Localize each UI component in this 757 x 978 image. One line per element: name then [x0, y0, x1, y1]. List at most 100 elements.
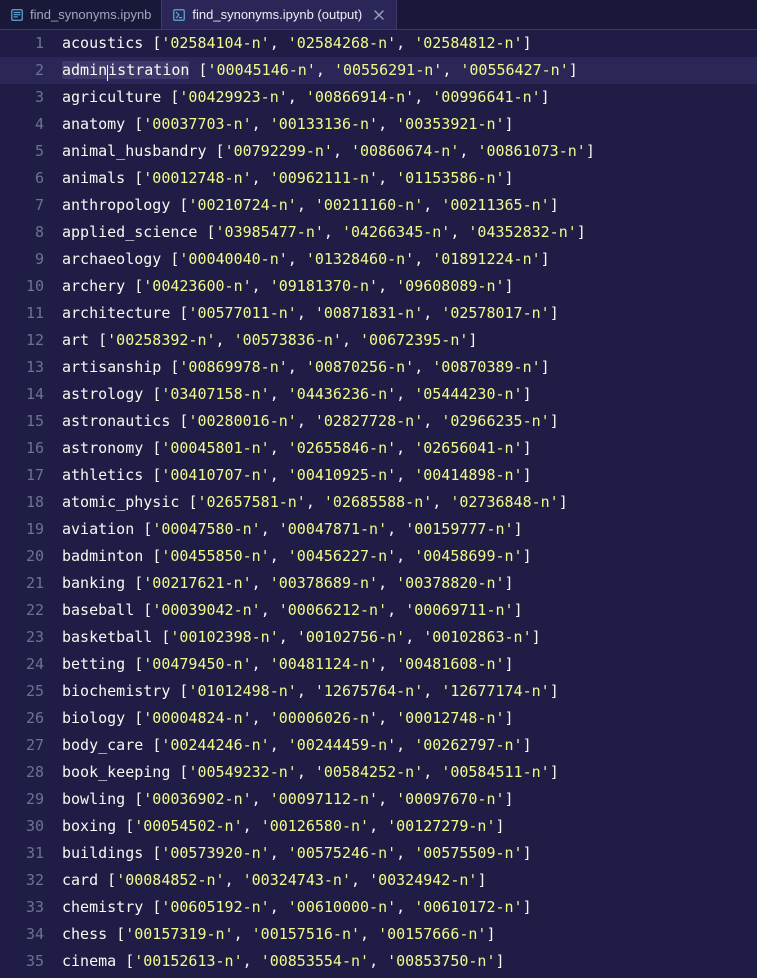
code-content[interactable]: anthropology ['00210724-n', '00211160-n'… [62, 192, 757, 219]
code-line[interactable]: 15astronautics ['00280016-n', '02827728-… [0, 408, 757, 435]
code-content[interactable]: astrology ['03407158-n', '04436236-n', '… [62, 381, 757, 408]
code-content[interactable]: baseball ['00039042-n', '00066212-n', '0… [62, 597, 757, 624]
code-line[interactable]: 10archery ['00423600-n', '09181370-n', '… [0, 273, 757, 300]
code-content[interactable]: applied_science ['03985477-n', '04266345… [62, 219, 757, 246]
code-line[interactable]: 16astronomy ['00045801-n', '02655846-n',… [0, 435, 757, 462]
line-number: 2 [0, 57, 62, 84]
code-line[interactable]: 5animal_husbandry ['00792299-n', '008606… [0, 138, 757, 165]
code-line[interactable]: 20badminton ['00455850-n', '00456227-n',… [0, 543, 757, 570]
code-content[interactable]: book_keeping ['00549232-n', '00584252-n'… [62, 759, 757, 786]
code-line[interactable]: 17athletics ['00410707-n', '00410925-n',… [0, 462, 757, 489]
line-number: 8 [0, 219, 62, 246]
code-line[interactable]: 35cinema ['00152613-n', '00853554-n', '0… [0, 948, 757, 975]
code-line[interactable]: 31buildings ['00573920-n', '00575246-n',… [0, 840, 757, 867]
tab-output-notebook[interactable]: find_synonyms.ipynb (output) [162, 0, 397, 29]
close-icon[interactable] [372, 8, 386, 22]
code-content[interactable]: acoustics ['02584104-n', '02584268-n', '… [62, 30, 757, 57]
code-line[interactable]: 26biology ['00004824-n', '00006026-n', '… [0, 705, 757, 732]
code-content[interactable]: anatomy ['00037703-n', '00133136-n', '00… [62, 111, 757, 138]
tab-bar: find_synonyms.ipynb find_synonyms.ipynb … [0, 0, 757, 30]
line-number: 34 [0, 921, 62, 948]
code-line[interactable]: 8applied_science ['03985477-n', '0426634… [0, 219, 757, 246]
code-content[interactable]: animals ['00012748-n', '00962111-n', '01… [62, 165, 757, 192]
code-content[interactable]: banking ['00217621-n', '00378689-n', '00… [62, 570, 757, 597]
code-content[interactable]: architecture ['00577011-n', '00871831-n'… [62, 300, 757, 327]
code-content[interactable]: archery ['00423600-n', '09181370-n', '09… [62, 273, 757, 300]
line-number: 31 [0, 840, 62, 867]
code-content[interactable]: chemistry ['00605192-n', '00610000-n', '… [62, 894, 757, 921]
tab-label: find_synonyms.ipynb (output) [192, 7, 362, 22]
code-line[interactable]: 27body_care ['00244246-n', '00244459-n',… [0, 732, 757, 759]
code-content[interactable]: chess ['00157319-n', '00157516-n', '0015… [62, 921, 757, 948]
file-output-icon [172, 8, 186, 22]
code-content[interactable]: boxing ['00054502-n', '00126580-n', '001… [62, 813, 757, 840]
line-number: 7 [0, 192, 62, 219]
file-notebook-icon [10, 8, 24, 22]
code-line[interactable]: 32card ['00084852-n', '00324743-n', '003… [0, 867, 757, 894]
line-number: 9 [0, 246, 62, 273]
code-line[interactable]: 28book_keeping ['00549232-n', '00584252-… [0, 759, 757, 786]
code-line[interactable]: 29bowling ['00036902-n', '00097112-n', '… [0, 786, 757, 813]
code-line[interactable]: 7anthropology ['00210724-n', '00211160-n… [0, 192, 757, 219]
code-content[interactable]: body_care ['00244246-n', '00244459-n', '… [62, 732, 757, 759]
line-number: 14 [0, 381, 62, 408]
code-line[interactable]: 3agriculture ['00429923-n', '00866914-n'… [0, 84, 757, 111]
code-content[interactable]: aviation ['00047580-n', '00047871-n', '0… [62, 516, 757, 543]
code-line[interactable]: 34chess ['00157319-n', '00157516-n', '00… [0, 921, 757, 948]
code-content[interactable]: astronomy ['00045801-n', '02655846-n', '… [62, 435, 757, 462]
code-content[interactable]: basketball ['00102398-n', '00102756-n', … [62, 624, 757, 651]
line-number: 21 [0, 570, 62, 597]
code-line[interactable]: 12art ['00258392-n', '00573836-n', '0067… [0, 327, 757, 354]
code-content[interactable]: archaeology ['00040040-n', '01328460-n',… [62, 246, 757, 273]
code-content[interactable]: atomic_physic ['02657581-n', '02685588-n… [62, 489, 757, 516]
line-number: 3 [0, 84, 62, 111]
line-number: 12 [0, 327, 62, 354]
line-number: 32 [0, 867, 62, 894]
code-content[interactable]: animal_husbandry ['00792299-n', '0086067… [62, 138, 757, 165]
line-number: 13 [0, 354, 62, 381]
code-line[interactable]: 9archaeology ['00040040-n', '01328460-n'… [0, 246, 757, 273]
code-content[interactable]: astronautics ['00280016-n', '02827728-n'… [62, 408, 757, 435]
code-content[interactable]: art ['00258392-n', '00573836-n', '006723… [62, 327, 757, 354]
code-line[interactable]: 1acoustics ['02584104-n', '02584268-n', … [0, 30, 757, 57]
code-line[interactable]: 30boxing ['00054502-n', '00126580-n', '0… [0, 813, 757, 840]
line-number: 33 [0, 894, 62, 921]
line-number: 27 [0, 732, 62, 759]
code-line[interactable]: 19aviation ['00047580-n', '00047871-n', … [0, 516, 757, 543]
code-line[interactable]: 21banking ['00217621-n', '00378689-n', '… [0, 570, 757, 597]
code-line[interactable]: 11architecture ['00577011-n', '00871831-… [0, 300, 757, 327]
code-line[interactable]: 22baseball ['00039042-n', '00066212-n', … [0, 597, 757, 624]
line-number: 25 [0, 678, 62, 705]
code-line[interactable]: 25biochemistry ['01012498-n', '12675764-… [0, 678, 757, 705]
code-line[interactable]: 2administration ['00045146-n', '00556291… [0, 57, 757, 84]
line-number: 17 [0, 462, 62, 489]
code-content[interactable]: athletics ['00410707-n', '00410925-n', '… [62, 462, 757, 489]
code-content[interactable]: agriculture ['00429923-n', '00866914-n',… [62, 84, 757, 111]
code-line[interactable]: 23basketball ['00102398-n', '00102756-n'… [0, 624, 757, 651]
code-content[interactable]: cinema ['00152613-n', '00853554-n', '008… [62, 948, 757, 975]
line-number: 29 [0, 786, 62, 813]
code-line[interactable]: 18atomic_physic ['02657581-n', '02685588… [0, 489, 757, 516]
line-number: 4 [0, 111, 62, 138]
code-content[interactable]: badminton ['00455850-n', '00456227-n', '… [62, 543, 757, 570]
line-number: 16 [0, 435, 62, 462]
code-content[interactable]: bowling ['00036902-n', '00097112-n', '00… [62, 786, 757, 813]
code-line[interactable]: 4anatomy ['00037703-n', '00133136-n', '0… [0, 111, 757, 138]
code-content[interactable]: card ['00084852-n', '00324743-n', '00324… [62, 867, 757, 894]
code-content[interactable]: artisanship ['00869978-n', '00870256-n',… [62, 354, 757, 381]
code-content[interactable]: biology ['00004824-n', '00006026-n', '00… [62, 705, 757, 732]
code-content[interactable]: administration ['00045146-n', '00556291-… [62, 57, 757, 84]
line-number: 19 [0, 516, 62, 543]
code-content[interactable]: biochemistry ['01012498-n', '12675764-n'… [62, 678, 757, 705]
line-number: 10 [0, 273, 62, 300]
code-content[interactable]: buildings ['00573920-n', '00575246-n', '… [62, 840, 757, 867]
code-line[interactable]: 13artisanship ['00869978-n', '00870256-n… [0, 354, 757, 381]
code-content[interactable]: betting ['00479450-n', '00481124-n', '00… [62, 651, 757, 678]
code-line[interactable]: 33chemistry ['00605192-n', '00610000-n',… [0, 894, 757, 921]
code-line[interactable]: 14astrology ['03407158-n', '04436236-n',… [0, 381, 757, 408]
editor[interactable]: 1acoustics ['02584104-n', '02584268-n', … [0, 30, 757, 975]
code-line[interactable]: 24betting ['00479450-n', '00481124-n', '… [0, 651, 757, 678]
tab-source-notebook[interactable]: find_synonyms.ipynb [0, 0, 162, 29]
line-number: 35 [0, 948, 62, 975]
code-line[interactable]: 6animals ['00012748-n', '00962111-n', '0… [0, 165, 757, 192]
